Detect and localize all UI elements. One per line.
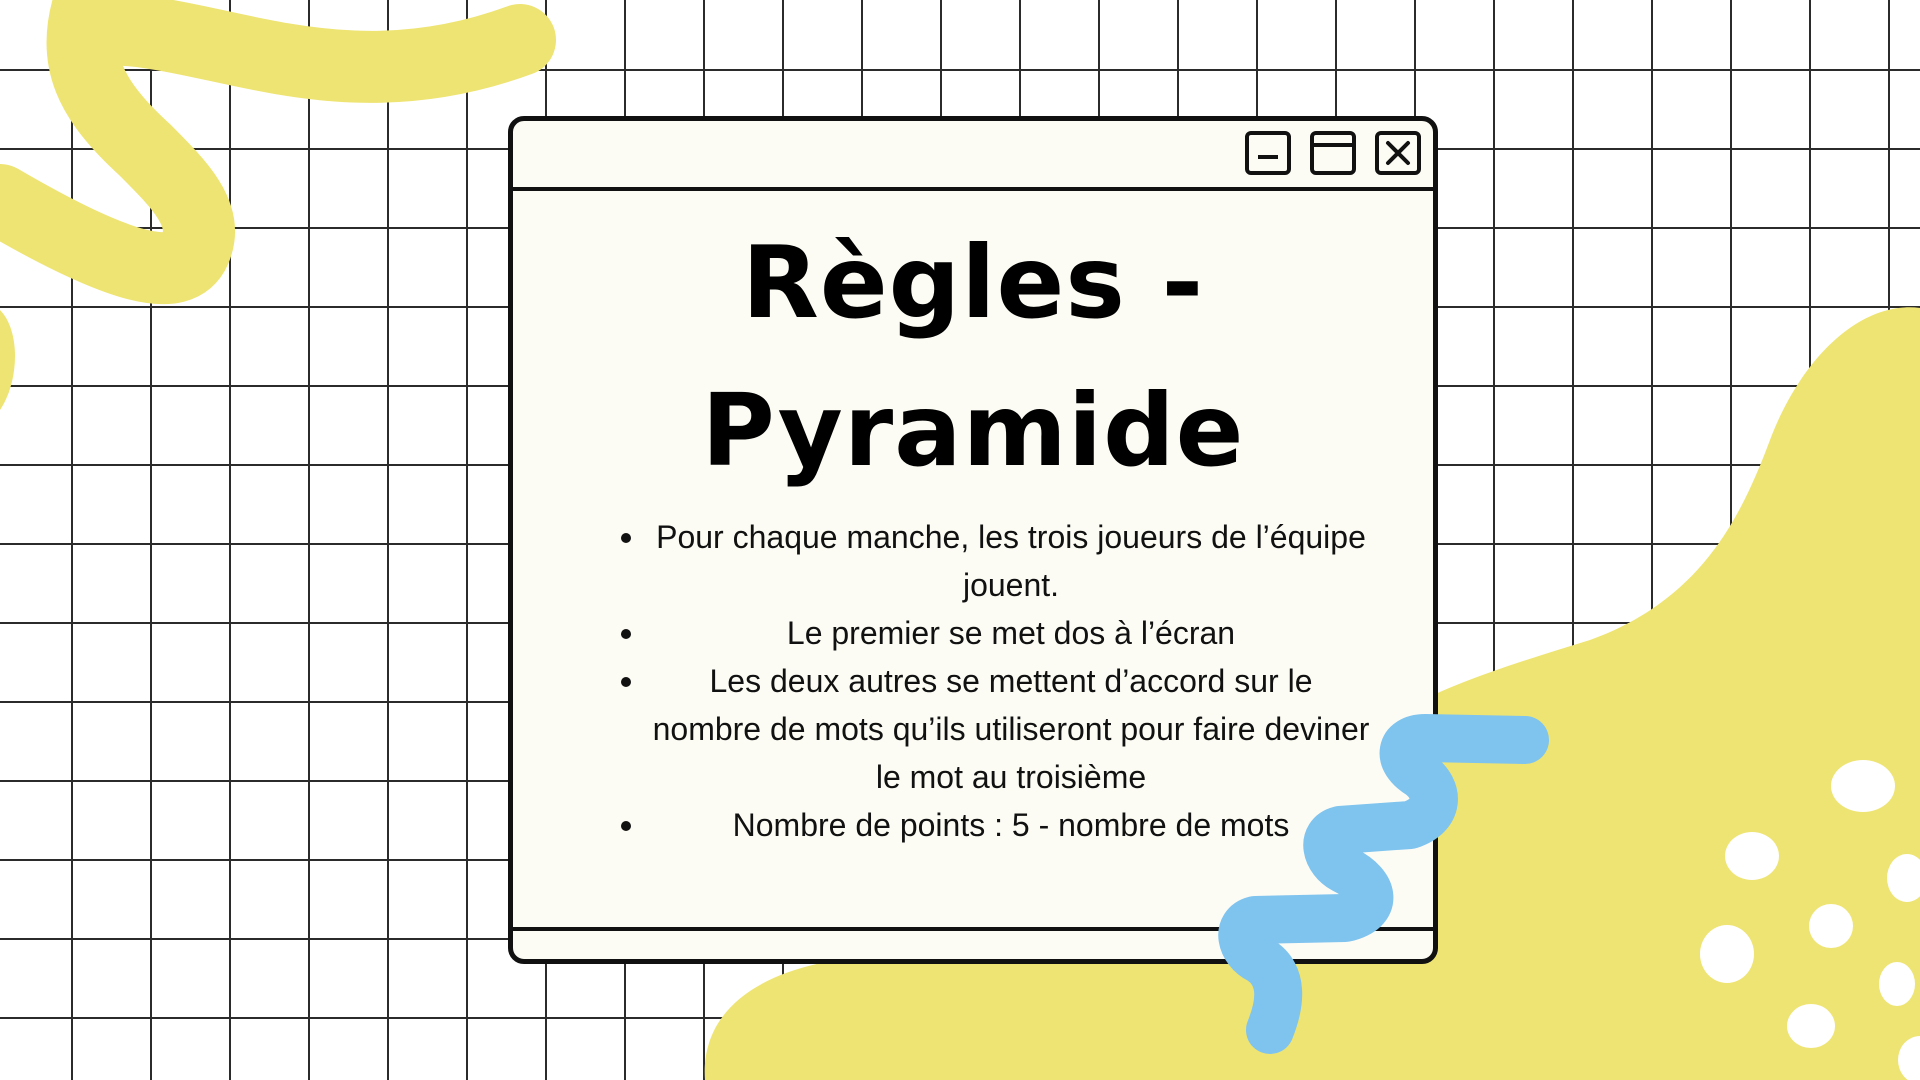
white-dots [1700, 760, 1920, 1080]
rule-item: Les deux autres se mettent d’accord sur … [621, 657, 1371, 801]
yellow-edge-blob [0, 310, 15, 410]
dot [1887, 854, 1920, 902]
maximize-icon[interactable] [1310, 131, 1356, 175]
dot [1809, 904, 1853, 948]
dot [1831, 760, 1895, 812]
dot [1787, 1004, 1835, 1048]
dot [1879, 962, 1915, 1006]
rule-item: Pour chaque manche, les trois joueurs de… [621, 513, 1371, 609]
window-titlebar [513, 121, 1433, 191]
dot [1725, 832, 1779, 880]
window-bottom-bar [513, 927, 1433, 931]
page-title: Règles - Pyramide [701, 224, 1245, 489]
yellow-squiggle-top [54, 0, 556, 103]
rule-item: Nombre de points : 5 - nombre de mots [621, 801, 1371, 849]
rules-list: Pour chaque manche, les trois joueurs de… [615, 513, 1371, 849]
minimize-icon[interactable] [1245, 131, 1291, 175]
rules-window: Règles - Pyramide Pour chaque manche, le… [508, 116, 1438, 964]
dot [1898, 1036, 1920, 1080]
rule-item: Le premier se met dos à l’écran [621, 609, 1371, 657]
yellow-squiggle [0, 0, 235, 305]
dot [1700, 925, 1754, 983]
close-icon[interactable] [1375, 131, 1421, 175]
